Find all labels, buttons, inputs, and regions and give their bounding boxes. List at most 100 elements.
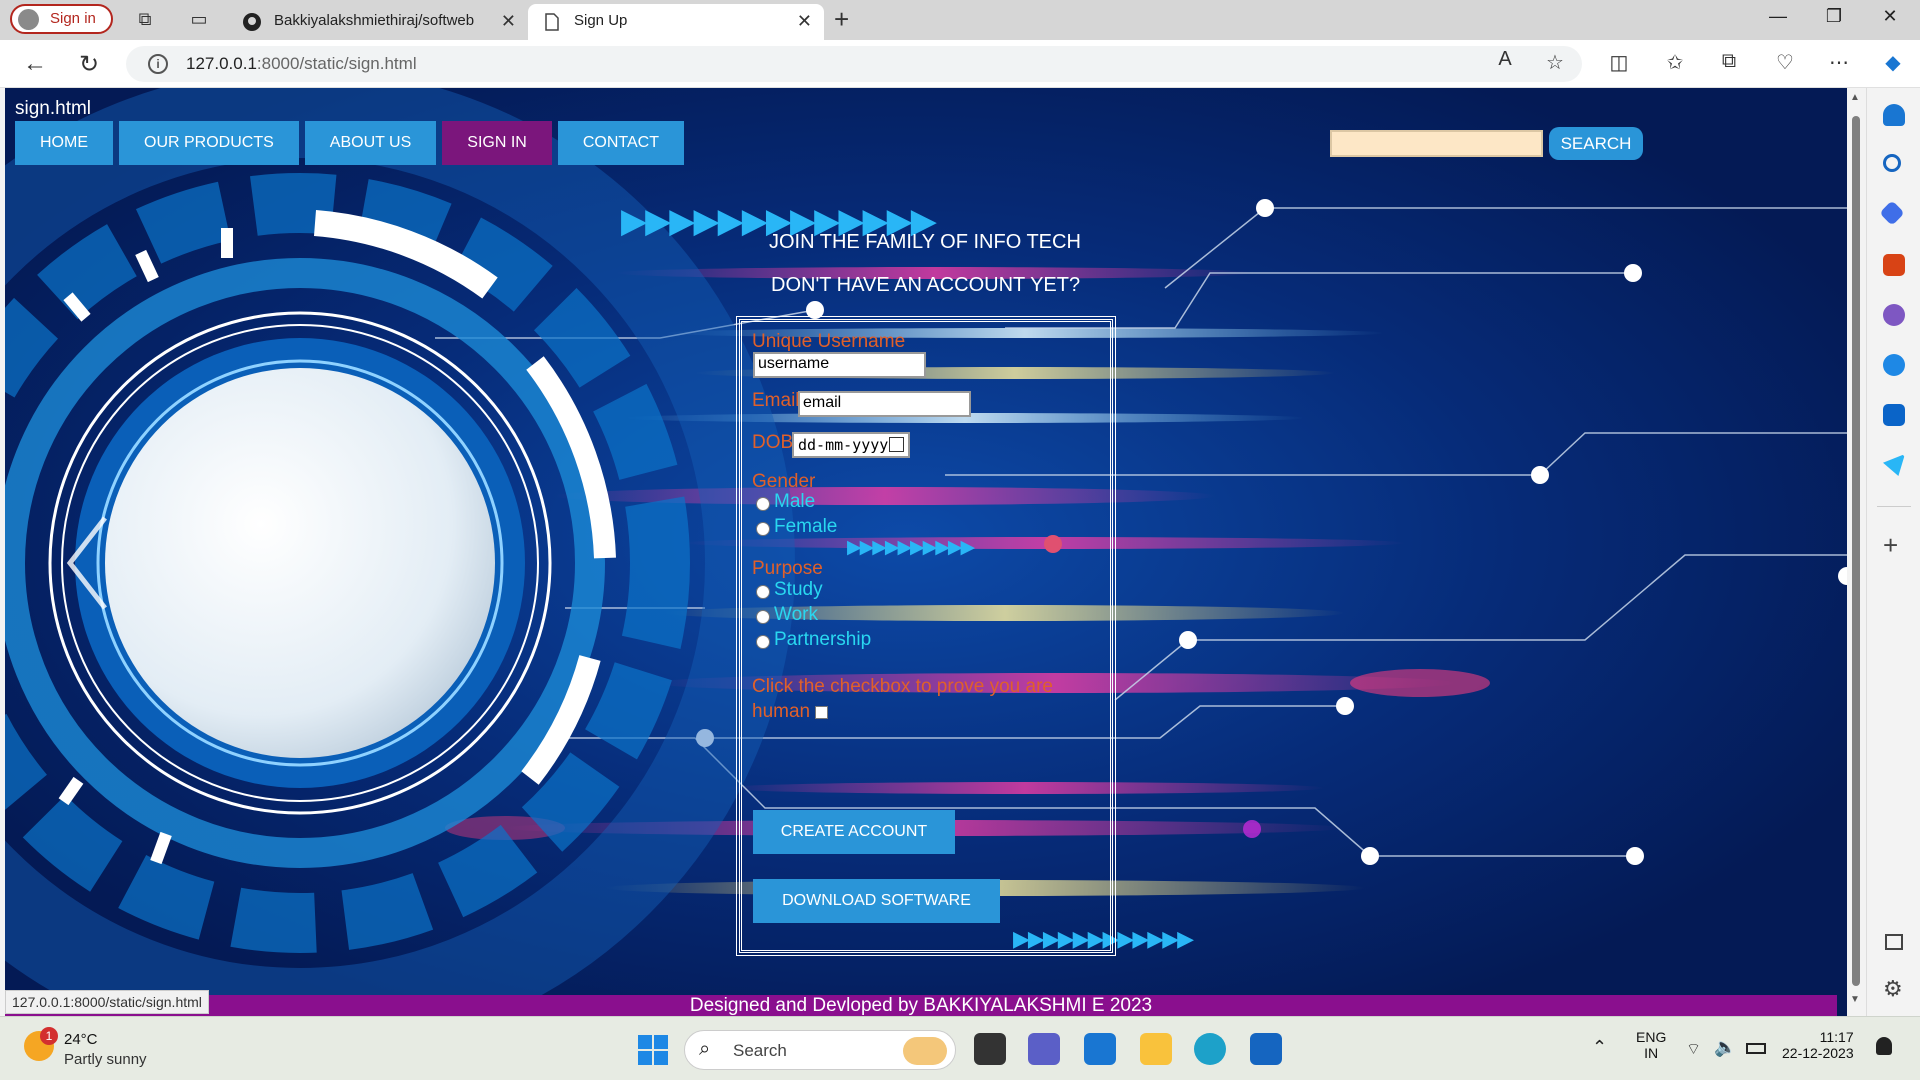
human-checkbox[interactable] (815, 706, 828, 719)
search-icon: ⌕ (699, 1038, 711, 1060)
windows-start-icon[interactable] (638, 1035, 668, 1065)
url-field[interactable]: i 127.0.0.1:8000/static/sign.html (126, 46, 1582, 82)
settings-gear-icon[interactable]: ⚙ (1883, 976, 1903, 1002)
taskbar-search[interactable]: ⌕ Search (684, 1030, 956, 1070)
url-text: 127.0.0.1:8000/static/sign.html (186, 54, 417, 73)
refresh-icon[interactable]: ↻ (74, 50, 104, 79)
tab-actions-icon[interactable]: ▭ (188, 8, 210, 30)
more-menu-icon[interactable]: ⋯ (1824, 50, 1854, 75)
nav-our-products[interactable]: OUR PRODUCTS (119, 121, 299, 165)
nav-sign-in[interactable]: SIGN IN (442, 121, 552, 165)
teams-icon[interactable] (1028, 1033, 1060, 1065)
wifi-icon[interactable]: ⌔ (1686, 1039, 1701, 1059)
username-label: Unique Username (752, 331, 906, 352)
purpose-study-label: Study (774, 579, 823, 600)
github-icon (243, 13, 261, 31)
edge-browser-icon[interactable] (1194, 1033, 1226, 1065)
favorite-star-icon[interactable]: ☆ (1540, 50, 1570, 75)
create-account-button[interactable]: CREATE ACCOUNT (753, 810, 955, 854)
purpose-study-radio[interactable] (756, 585, 770, 599)
add-sidebar-app-icon[interactable]: + (1883, 530, 1898, 561)
weather-badge: 1 (40, 1027, 58, 1045)
site-search-button[interactable]: SEARCH (1549, 127, 1643, 160)
read-aloud-icon[interactable]: A (1490, 48, 1520, 71)
page-title: sign.html (15, 98, 92, 119)
scroll-thumb[interactable] (1852, 116, 1860, 986)
minimize-icon[interactable]: — (1758, 6, 1798, 27)
notification-bell-icon[interactable] (1876, 1037, 1892, 1055)
tab-title: Bakkiyalakshmiethiraj/softweb (274, 12, 475, 29)
nav-home[interactable]: HOME (15, 121, 113, 165)
task-view-icon[interactable] (974, 1033, 1006, 1065)
purpose-partnership-radio[interactable] (756, 635, 770, 649)
sidebar-divider (1877, 506, 1911, 507)
shopping-tag-icon[interactable] (1879, 200, 1905, 226)
gender-female-label: Female (774, 516, 838, 537)
scroll-down-icon[interactable]: ▼ (1850, 994, 1860, 1005)
site-search-input[interactable] (1330, 130, 1543, 157)
collections-icon[interactable]: ⧉ (1714, 50, 1744, 73)
tab-sign-up[interactable]: Sign Up ✕ (528, 4, 824, 40)
new-tab-icon[interactable]: + (834, 4, 849, 35)
microsoft-365-icon[interactable] (1883, 354, 1905, 376)
page-icon (545, 13, 559, 31)
weather-temp[interactable]: 24°C (64, 1031, 98, 1048)
workspaces-icon[interactable]: ⧉ (134, 8, 156, 30)
close-window-icon[interactable]: ✕ (1870, 6, 1910, 27)
profile-label: Sign in (50, 10, 96, 27)
taskbar-search-placeholder: Search (733, 1041, 787, 1060)
purpose-partnership-label: Partnership (774, 629, 872, 650)
site-info-icon[interactable]: i (148, 54, 168, 74)
language-ime[interactable]: ENG IN (1636, 1029, 1666, 1061)
tab-github[interactable]: Bakkiyalakshmiethiraj/softweb ✕ (228, 4, 528, 40)
dob-placeholder: dd-mm-yyyy (798, 436, 889, 454)
games-icon[interactable] (1883, 304, 1905, 326)
battery-icon[interactable] (1746, 1043, 1766, 1054)
nav-contact[interactable]: CONTACT (557, 121, 684, 165)
clock[interactable]: 11:17 22-12-2023 (1782, 1029, 1854, 1061)
edge-sidebar: + ⚙ (1866, 88, 1920, 1016)
email-input[interactable]: email (798, 391, 971, 417)
split-screen-icon[interactable]: ◫ (1604, 50, 1634, 75)
restore-icon[interactable]: ❐ (1814, 6, 1854, 27)
tab-bar: Sign in ⧉ ▭ Bakkiyalakshmiethiraj/softwe… (0, 0, 1920, 40)
search-highlight-icon (903, 1037, 947, 1065)
search-icon[interactable] (1883, 154, 1901, 172)
favorites-icon[interactable]: ✩ (1660, 50, 1690, 75)
heading-join: JOIN THE FAMILY OF INFO TECH (769, 231, 1081, 253)
close-tab-icon[interactable]: ✕ (797, 4, 812, 38)
file-explorer-icon[interactable] (1140, 1033, 1172, 1065)
volume-icon[interactable]: 🔈 (1714, 1037, 1736, 1058)
send-icon[interactable] (1883, 454, 1905, 476)
gender-label: Gender (752, 471, 816, 492)
username-input[interactable]: username (753, 352, 926, 378)
browser-essentials-icon[interactable]: ♡ (1770, 50, 1800, 75)
lang-code: ENG (1636, 1029, 1667, 1045)
close-tab-icon[interactable]: ✕ (501, 4, 516, 38)
vscode-icon[interactable] (1084, 1033, 1116, 1065)
microsoft-store-icon[interactable] (1250, 1033, 1282, 1065)
clock-time: 11:17 (1819, 1029, 1854, 1045)
nav-about-us[interactable]: ABOUT US (304, 121, 437, 165)
download-software-button[interactable]: DOWNLOAD SOFTWARE (753, 879, 1000, 923)
clock-date: 22-12-2023 (1782, 1045, 1854, 1061)
page-scrollbar[interactable]: ▲ ▼ (1847, 88, 1865, 1016)
hide-sidebar-icon[interactable] (1885, 934, 1903, 950)
lang-region: IN (1644, 1045, 1659, 1061)
back-icon[interactable]: ← (20, 50, 50, 78)
purpose-work-label: Work (774, 604, 818, 625)
tools-icon[interactable] (1883, 254, 1905, 276)
calendar-icon[interactable] (889, 437, 904, 452)
weather-desc[interactable]: Partly sunny (64, 1051, 147, 1068)
gender-female-radio[interactable] (756, 522, 770, 536)
copilot-icon[interactable]: ◆ (1878, 50, 1908, 75)
notifications-icon[interactable] (1883, 104, 1905, 126)
tray-chevron-up-icon[interactable]: ⌃ (1592, 1037, 1607, 1058)
gender-male-radio[interactable] (756, 497, 770, 511)
purpose-work-radio[interactable] (756, 610, 770, 624)
profile-button[interactable]: Sign in (10, 4, 113, 34)
outlook-icon[interactable] (1883, 404, 1905, 426)
status-bar-url: 127.0.0.1:8000/static/sign.html (5, 990, 209, 1014)
scroll-up-icon[interactable]: ▲ (1850, 92, 1860, 103)
dob-input[interactable]: dd-mm-yyyy (792, 432, 910, 458)
